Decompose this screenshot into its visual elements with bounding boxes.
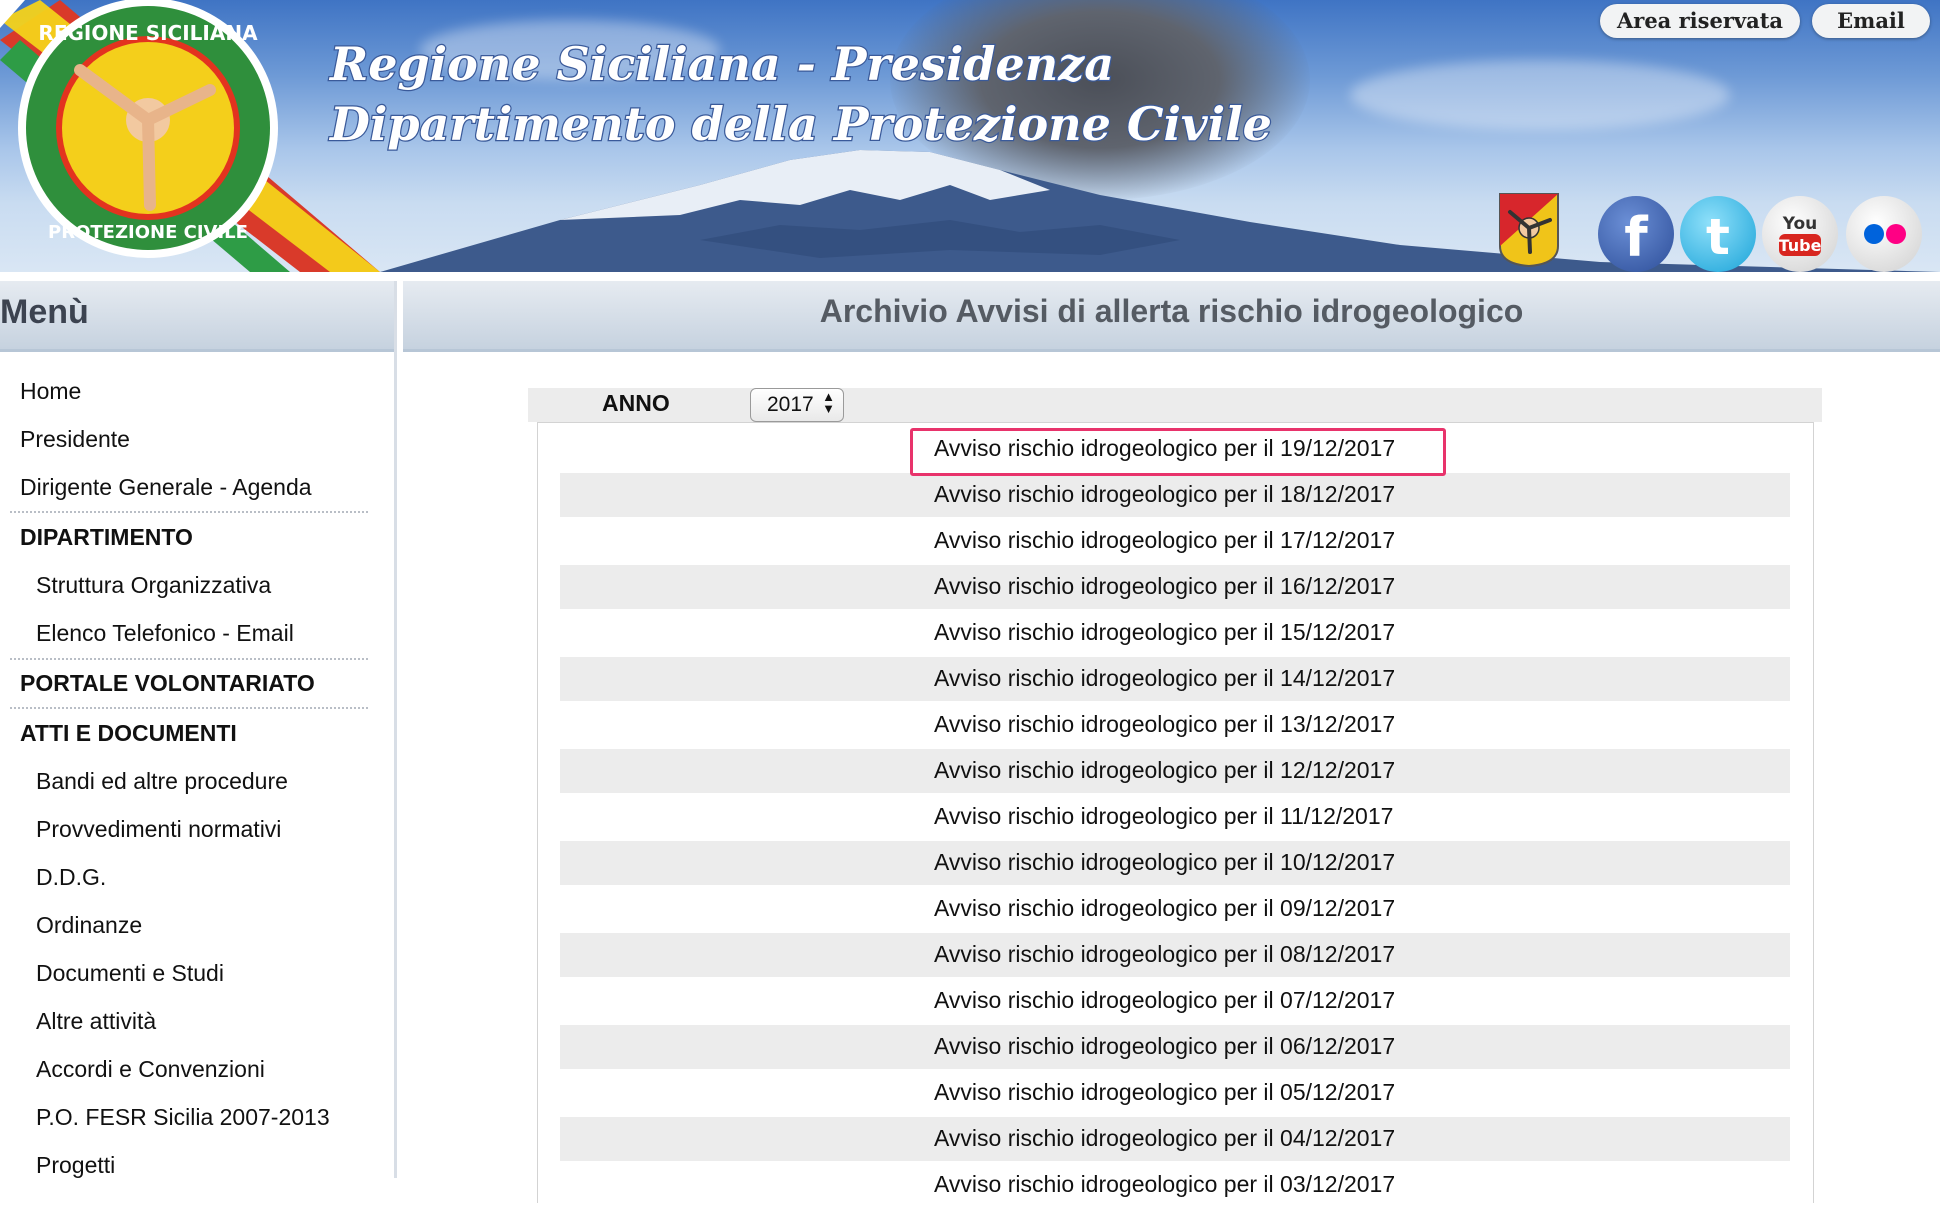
avviso-link[interactable]: Avviso rischio idrogeologico per il 08/1… [934,941,1395,968]
menu-separator [10,658,368,660]
menu-item-presidente[interactable]: Presidente [20,426,130,453]
table-row: Avviso rischio idrogeologico per il 15/1… [560,611,1790,655]
email-button[interactable]: Email [1812,4,1930,38]
menu-item-elenco-telefonico[interactable]: Elenco Telefonico - Email [36,620,294,647]
anno-label: ANNO [602,390,670,416]
menu-item-struttura-organizzativa[interactable]: Struttura Organizzativa [36,572,271,599]
highlight-box [910,428,1446,476]
menu-item-home[interactable]: Home [20,378,81,405]
avviso-link[interactable]: Avviso rischio idrogeologico per il 13/1… [934,711,1395,738]
menu-item-provvedimenti-normativi[interactable]: Provvedimenti normativi [36,816,281,843]
youtube-tube-text: Tube [1779,236,1822,255]
menu-item-altre-attivita[interactable]: Altre attività [36,1008,156,1035]
site-header: REGIONE SICILIANA PROTEZIONE CIVILE Regi… [0,0,1940,272]
table-row: Avviso rischio idrogeologico per il 09/1… [560,887,1790,931]
sicily-flag-icon[interactable] [1496,190,1562,268]
avviso-link[interactable]: Avviso rischio idrogeologico per il 06/1… [934,1033,1395,1060]
menu-item-documenti-studi[interactable]: Documenti e Studi [36,960,224,987]
logo-text-top: REGIONE SICILIANA [38,21,258,45]
avviso-link[interactable]: Avviso rischio idrogeologico per il 07/1… [934,987,1395,1014]
year-select[interactable]: 2017 ▲ ▼ [750,388,844,422]
menu-item-progetti[interactable]: Progetti [36,1152,115,1179]
menu-section-atti-documenti: ATTI E DOCUMENTI [20,720,237,746]
table-row: Avviso rischio idrogeologico per il 18/1… [560,473,1790,517]
table-row: Avviso rischio idrogeologico per il 07/1… [560,979,1790,1023]
table-row: Avviso rischio idrogeologico per il 05/1… [560,1071,1790,1115]
avviso-link[interactable]: Avviso rischio idrogeologico per il 18/1… [934,481,1395,508]
table-row: Avviso rischio idrogeologico per il 14/1… [560,657,1790,701]
menu-section-dipartimento: DIPARTIMENTO [20,524,193,550]
menu-item-ordinanze[interactable]: Ordinanze [36,912,142,939]
menu-separator [10,707,368,709]
table-row: Avviso rischio idrogeologico per il 13/1… [560,703,1790,747]
avviso-link[interactable]: Avviso rischio idrogeologico per il 12/1… [934,757,1395,784]
table-row: Avviso rischio idrogeologico per il 12/1… [560,749,1790,793]
avviso-link[interactable]: Avviso rischio idrogeologico per il 14/1… [934,665,1395,692]
table-row: Avviso rischio idrogeologico per il 10/1… [560,841,1790,885]
table-row: Avviso rischio idrogeologico per il 17/1… [560,519,1790,563]
site-title: Regione Siciliana - Presidenza Dipartime… [327,36,1273,153]
page-title: Archivio Avvisi di allerta rischio idrog… [819,293,1524,329]
avviso-link[interactable]: Avviso rischio idrogeologico per il 10/1… [934,849,1395,876]
table-row: Avviso rischio idrogeologico per il 03/1… [560,1163,1790,1207]
table-row: Avviso rischio idrogeologico per il 16/1… [560,565,1790,609]
twitter-icon[interactable]: t [1680,196,1756,272]
title-line2: Dipartimento della Protezione Civile [328,97,1272,151]
menu-section-portale-volontariato[interactable]: PORTALE VOLONTARIATO [20,670,315,697]
menu-separator [10,511,368,513]
menu-item-dirigente-generale[interactable]: Dirigente Generale - Agenda [20,474,312,501]
menu-item-ddg[interactable]: D.D.G. [36,864,106,891]
menu-title: Menù [0,293,89,331]
table-row: Avviso rischio idrogeologico per il 04/1… [560,1117,1790,1161]
svg-text:f: f [1624,206,1648,269]
year-filter-bar [528,388,1822,422]
main-header: Archivio Avvisi di allerta rischio idrog… [403,281,1940,352]
logo-text-bottom: PROTEZIONE CIVILE [48,222,248,243]
avviso-link[interactable]: Avviso rischio idrogeologico per il 04/1… [934,1125,1395,1152]
table-row: Avviso rischio idrogeologico per il 11/1… [560,795,1790,839]
select-arrows-icon: ▲ ▼ [822,389,835,416]
year-select-value: 2017 [767,393,814,416]
menu-header: Menù [0,281,394,352]
avviso-link[interactable]: Avviso rischio idrogeologico per il 16/1… [934,573,1395,600]
area-riservata-button[interactable]: Area riservata [1600,4,1800,38]
youtube-you-text: You [1782,214,1818,234]
sidebar-divider [394,281,397,1178]
table-row: Avviso rischio idrogeologico per il 08/1… [560,933,1790,977]
svg-text:t: t [1706,208,1730,266]
menu-item-po-fesr[interactable]: P.O. FESR Sicilia 2007-2013 [36,1104,330,1131]
avviso-link[interactable]: Avviso rischio idrogeologico per il 15/1… [934,619,1395,646]
avviso-link[interactable]: Avviso rischio idrogeologico per il 09/1… [934,895,1395,922]
facebook-icon[interactable]: f [1598,196,1674,272]
avviso-link[interactable]: Avviso rischio idrogeologico per il 05/1… [934,1079,1395,1106]
title-line1: Regione Siciliana - Presidenza [328,37,1114,91]
avviso-link[interactable]: Avviso rischio idrogeologico per il 11/1… [934,803,1393,830]
table-row: Avviso rischio idrogeologico per il 06/1… [560,1025,1790,1069]
avviso-link[interactable]: Avviso rischio idrogeologico per il 17/1… [934,527,1395,554]
avviso-link[interactable]: Avviso rischio idrogeologico per il 03/1… [934,1171,1395,1198]
youtube-icon[interactable]: You Tube [1762,196,1838,272]
flickr-icon[interactable] [1846,196,1922,272]
menu-item-accordi-convenzioni[interactable]: Accordi e Convenzioni [36,1056,265,1083]
menu-item-bandi[interactable]: Bandi ed altre procedure [36,768,288,795]
